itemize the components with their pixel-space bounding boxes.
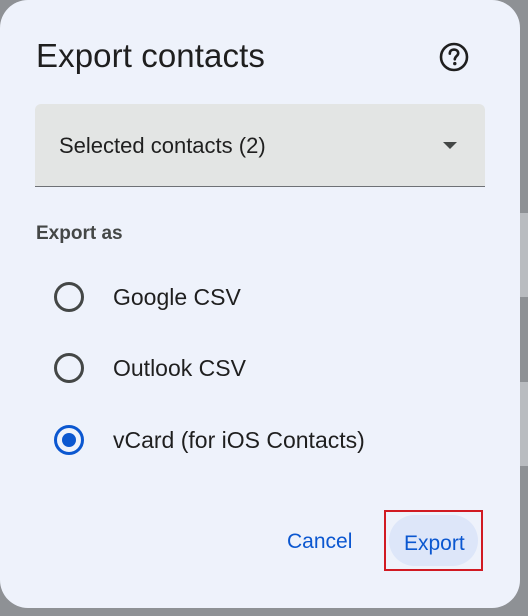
dropdown-caret-icon: [443, 142, 457, 149]
export-as-label: Export as: [36, 223, 123, 244]
radio-outlook-csv[interactable]: [54, 353, 84, 383]
help-circle-icon[interactable]: [438, 41, 470, 73]
option-label: vCard (for iOS Contacts): [113, 427, 365, 453]
cancel-button[interactable]: Cancel: [287, 529, 352, 555]
radio-vcard[interactable]: [54, 425, 84, 455]
option-label: Outlook CSV: [113, 355, 246, 381]
export-button-highlight: Export: [384, 510, 483, 571]
export-button-label: Export: [404, 532, 465, 555]
option-vcard[interactable]: vCard (for iOS Contacts): [54, 423, 365, 457]
dialog-title: Export contacts: [36, 37, 265, 74]
option-google-csv[interactable]: Google CSV: [54, 280, 241, 314]
selector-value: Selected contacts (2): [59, 133, 266, 158]
radio-google-csv[interactable]: [54, 282, 84, 312]
contacts-selector-dropdown[interactable]: Selected contacts (2): [35, 104, 485, 187]
option-outlook-csv[interactable]: Outlook CSV: [54, 351, 246, 385]
option-label: Google CSV: [113, 284, 241, 310]
export-button[interactable]: Export: [389, 515, 478, 566]
export-contacts-dialog: Export contacts Selected contacts (2) Ex…: [0, 0, 520, 608]
